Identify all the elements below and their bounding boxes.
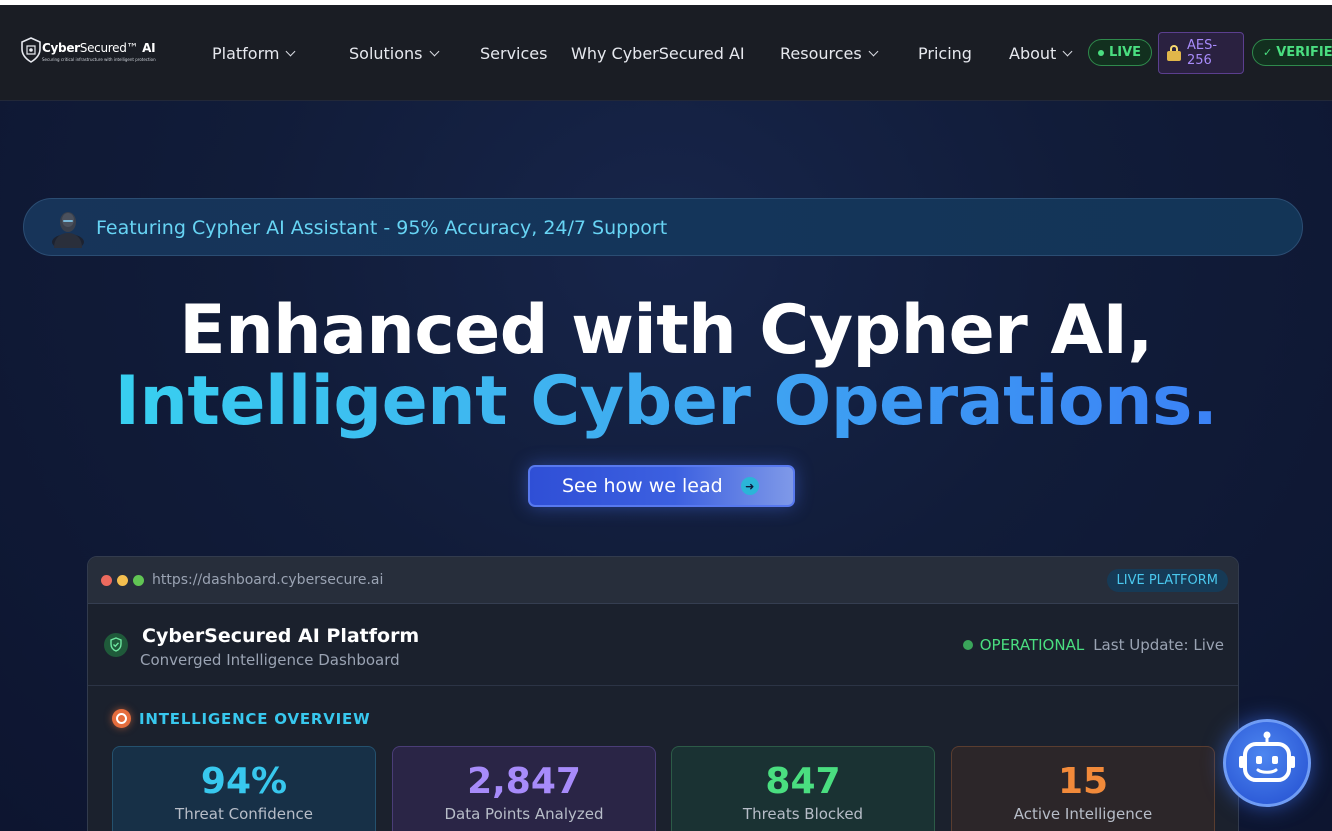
live-dot-icon xyxy=(1098,49,1104,56)
dashboard-header: CyberSecured AI Platform Converged Intel… xyxy=(88,604,1238,686)
brand-name: CyberSecured™ AI xyxy=(42,41,156,55)
nav-why-cybersecured[interactable]: Why CyberSecured AI xyxy=(571,44,745,63)
browser-url: https://dashboard.cybersecure.ai xyxy=(152,572,384,588)
brand-logo[interactable]: CyberSecured™ AI Securing critical infra… xyxy=(20,37,160,71)
nav-resources-label: Resources xyxy=(780,44,862,63)
nav-platform[interactable]: Platform xyxy=(212,44,296,63)
nav-platform-label: Platform xyxy=(212,44,280,63)
chevron-down-icon xyxy=(429,46,439,57)
live-badge-label: LIVE xyxy=(1109,45,1142,60)
platform-subtitle: Converged Intelligence Dashboard xyxy=(140,651,400,669)
chatbot-launcher-button[interactable] xyxy=(1223,719,1311,807)
hero-headline: Enhanced with Cypher AI, xyxy=(179,291,1153,370)
cypher-avatar-icon xyxy=(52,212,84,248)
hero-subheadline: Intelligent Cyber Operations. xyxy=(0,362,1332,441)
verified-badge: ✓ VERIFIED xyxy=(1252,39,1332,66)
chevron-down-icon xyxy=(286,46,296,57)
minimize-dot-icon xyxy=(117,575,128,586)
check-icon: ✓ xyxy=(1263,46,1273,59)
cta-label: See how we lead xyxy=(562,475,723,497)
browser-bar: https://dashboard.cybersecure.ai LIVE PL… xyxy=(88,557,1238,604)
close-dot-icon xyxy=(101,575,112,586)
live-platform-badge: LIVE PLATFORM xyxy=(1106,569,1228,592)
nav-services-label: Services xyxy=(480,44,548,63)
nav-why-label: Why CyberSecured AI xyxy=(571,44,745,63)
nav-solutions-label: Solutions xyxy=(349,44,423,63)
platform-title: CyberSecured AI Platform xyxy=(142,625,420,647)
announcement-banner[interactable]: Featuring Cypher AI Assistant - 95% Accu… xyxy=(23,198,1303,256)
shield-check-icon xyxy=(104,633,128,657)
chevron-down-icon xyxy=(868,46,879,57)
live-badge: LIVE xyxy=(1088,39,1153,66)
stat-value: 2,847 xyxy=(467,761,581,802)
top-navbar: CyberSecured™ AI Securing critical infra… xyxy=(0,5,1332,101)
status-dot-icon xyxy=(962,640,973,650)
stat-card-threats-blocked[interactable]: 847 Threats Blocked xyxy=(671,746,935,831)
maximize-dot-icon xyxy=(133,575,144,586)
intelligence-overview-heading: INTELLIGENCE OVERVIEW xyxy=(112,709,370,728)
see-how-we-lead-button[interactable]: See how we lead ➜ xyxy=(528,465,795,507)
stat-card-threat-confidence[interactable]: 94% Threat Confidence xyxy=(112,746,376,831)
status-text: OPERATIONAL xyxy=(979,636,1085,654)
target-icon xyxy=(112,709,131,728)
stat-label: Threats Blocked xyxy=(742,805,864,823)
nav-about-label: About xyxy=(1009,44,1057,63)
stat-card-active-intelligence[interactable]: 15 Active Intelligence xyxy=(951,746,1215,831)
nav-resources[interactable]: Resources xyxy=(780,44,879,63)
last-update-text: Last Update: Live xyxy=(1093,636,1224,654)
hero-subheadline-text: Intelligent Cyber Operations. xyxy=(114,362,1218,441)
nav-pricing-label: Pricing xyxy=(918,44,972,63)
verified-badge-label: VERIFIED xyxy=(1276,45,1332,60)
operational-status: OPERATIONAL Last Update: Live xyxy=(962,636,1224,654)
nav-services[interactable]: Services xyxy=(480,44,547,63)
arrow-right-icon: ➜ xyxy=(740,477,759,495)
stat-label: Active Intelligence xyxy=(1013,805,1153,823)
stat-label: Data Points Analyzed xyxy=(444,805,604,823)
nav-about[interactable]: About xyxy=(1009,44,1073,63)
robot-icon xyxy=(1239,731,1295,782)
announcement-text: Featuring Cypher AI Assistant - 95% Accu… xyxy=(96,217,668,239)
stat-value: 15 xyxy=(1057,761,1109,802)
nav-solutions[interactable]: Solutions xyxy=(349,44,439,63)
stat-label: Threat Confidence xyxy=(175,805,313,823)
aes-badge: AES-256 xyxy=(1158,32,1244,74)
lock-icon xyxy=(1167,45,1181,61)
overview-label: INTELLIGENCE OVERVIEW xyxy=(139,709,371,728)
brand-tagline: Securing critical infrastructure with in… xyxy=(42,57,156,62)
stat-value: 94% xyxy=(200,761,288,802)
nav-pricing[interactable]: Pricing xyxy=(918,44,972,63)
shield-logo-icon xyxy=(21,37,41,63)
aes-badge-label: AES-256 xyxy=(1187,38,1218,68)
stat-value: 847 xyxy=(765,761,841,802)
dashboard-preview: https://dashboard.cybersecure.ai LIVE PL… xyxy=(87,556,1239,831)
chevron-down-icon xyxy=(1062,46,1073,57)
stat-card-data-points[interactable]: 2,847 Data Points Analyzed xyxy=(392,746,656,831)
